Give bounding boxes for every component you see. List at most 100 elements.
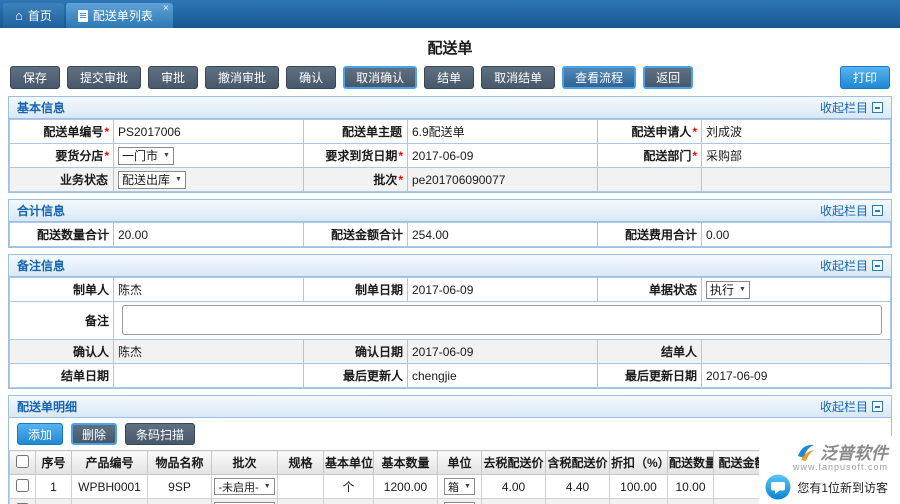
view-process-button[interactable]: 查看流程 <box>562 66 636 89</box>
subject-label: 配送单主题 <box>342 125 402 139</box>
note-label-cell: 备注 <box>10 302 114 340</box>
totals-form: 配送数量合计 20.00 配送金额合计 254.00 配送费用合计 0.00 <box>9 222 891 247</box>
barcode-scan-button[interactable]: 条码扫描 <box>125 423 195 445</box>
maker-value: 陈杰 <box>114 278 304 302</box>
total-fee-label: 配送费用合计 <box>625 228 697 242</box>
remarks-collapse-link[interactable]: 收起栏目 <box>820 257 883 274</box>
dept-label: 配送部门 <box>643 149 691 163</box>
detail-collapse-link[interactable]: 收起栏目 <box>820 398 883 415</box>
doc-status-value-cell: 执行 <box>702 278 891 302</box>
visitor-notice: 您有1位新到访客 <box>765 474 888 500</box>
branch-select-value: 一门市 <box>122 147 158 164</box>
basic-info-form: 配送单编号* PS2017006 配送单主题 6.9配送单 配送申请人* 刘成波… <box>9 119 891 192</box>
tab-close-icon[interactable]: × <box>163 4 169 14</box>
dept-value: 采购部 <box>702 144 891 168</box>
vendor-brand-name: 泛普软件 <box>820 439 888 464</box>
select-all-checkbox[interactable] <box>16 455 29 468</box>
note-textarea[interactable] <box>122 305 882 335</box>
collapse-icon <box>872 401 883 412</box>
batch-label-cell: 批次* <box>304 168 408 192</box>
confirmer-value: 陈杰 <box>114 340 304 364</box>
total-amount-label-cell: 配送金额合计 <box>304 223 408 247</box>
approve-button[interactable]: 审批 <box>148 66 198 89</box>
batch-select-value: -未启用- <box>218 479 258 495</box>
totals-header: 合计信息 收起栏目 <box>9 200 891 222</box>
update-date-label: 最后更新日期 <box>625 369 697 383</box>
vendor-widget: 泛普软件 www.fanpusoft.com 您有1位新到访客 <box>759 436 894 504</box>
total-fee-value: 0.00 <box>702 223 891 247</box>
row-checkbox[interactable] <box>16 479 29 492</box>
order-no-label: 配送单编号 <box>43 125 103 139</box>
required-mark: * <box>692 149 697 163</box>
required-mark: * <box>692 125 697 139</box>
home-icon: ⌂ <box>15 9 23 22</box>
form-row: 制单人 陈杰 制单日期 2017-06-09 单据状态 执行 <box>10 278 891 302</box>
totals-collapse-link[interactable]: 收起栏目 <box>820 202 883 219</box>
unit-select[interactable]: 箱 <box>444 478 475 495</box>
dept-label-cell: 配送部门* <box>598 144 702 168</box>
applicant-label-cell: 配送申请人* <box>598 120 702 144</box>
row-check-cell <box>10 475 36 499</box>
back-button[interactable]: 返回 <box>643 66 693 89</box>
settler-value <box>702 340 891 364</box>
col-unit: 单位 <box>438 451 482 475</box>
doc-status-select[interactable]: 执行 <box>706 281 750 299</box>
vendor-logo-link[interactable]: 泛普软件 <box>796 439 888 464</box>
col-base-unit: 基本单位 <box>324 451 374 475</box>
basic-collapse-link[interactable]: 收起栏目 <box>820 99 883 116</box>
tab-delivery-list-label: 配送单列表 <box>93 7 153 24</box>
detail-collapse-label: 收起栏目 <box>820 398 868 415</box>
section-remarks: 备注信息 收起栏目 制单人 陈杰 制单日期 2017-06-09 单据状态 执行… <box>8 254 892 389</box>
biz-status-label: 业务状态 <box>60 173 108 187</box>
need-date-label-cell: 要求到货日期* <box>304 144 408 168</box>
add-row-button[interactable]: 添加 <box>17 423 63 445</box>
tab-home-label: 首页 <box>28 7 52 24</box>
col-delivery-qty: 配送数量 <box>668 451 714 475</box>
detail-header: 配送单明细 收起栏目 <box>9 396 891 418</box>
print-button[interactable]: 打印 <box>840 66 890 89</box>
total-amount-value: 254.00 <box>408 223 598 247</box>
doc-status-label-cell: 单据状态 <box>598 278 702 302</box>
delete-row-button[interactable]: 删除 <box>71 423 117 445</box>
biz-status-select[interactable]: 配送出库 <box>118 171 186 189</box>
unit-select-value: 箱 <box>448 479 459 495</box>
cell-base-unit: 个 <box>324 499 374 504</box>
confirm-date-label: 确认日期 <box>355 345 403 359</box>
remarks-header: 备注信息 收起栏目 <box>9 255 891 277</box>
cell-product-code: WPBH0000 <box>72 499 148 504</box>
cell-price-ex-tax: 4.00 <box>482 475 546 499</box>
cell-unit: 箱 <box>438 475 482 499</box>
collapse-icon <box>872 205 883 216</box>
doc-status-select-value: 执行 <box>710 281 734 298</box>
cell-delivery-qty: 10.00 <box>668 475 714 499</box>
tab-home[interactable]: ⌂ 首页 <box>3 3 64 28</box>
order-no-label-cell: 配送单编号* <box>10 120 114 144</box>
branch-label: 要货分店 <box>55 149 103 163</box>
total-qty-label: 配送数量合计 <box>37 228 109 242</box>
tab-delivery-list[interactable]: 配送单列表 × <box>66 3 173 28</box>
batch-select[interactable]: -未启用- <box>214 478 274 495</box>
cell-delivery-qty: 10.00 <box>668 499 714 504</box>
cell-spec: fds <box>278 499 324 504</box>
collapse-icon <box>872 260 883 271</box>
subject-value: 6.9配送单 <box>408 120 598 144</box>
revoke-approval-button[interactable]: 撤消审批 <box>205 66 279 89</box>
col-seq: 序号 <box>36 451 72 475</box>
submit-approval-button[interactable]: 提交审批 <box>67 66 141 89</box>
confirm-button[interactable]: 确认 <box>286 66 336 89</box>
cell-price-inc-tax: 4.40 <box>546 475 610 499</box>
remarks-collapse-label: 收起栏目 <box>820 257 868 274</box>
page-title: 配送单 <box>0 28 900 63</box>
cell-item-name: 9SP <box>148 475 212 499</box>
save-button[interactable]: 保存 <box>10 66 60 89</box>
biz-status-value-cell: 配送出库 <box>114 168 304 192</box>
cancel-confirm-button[interactable]: 取消确认 <box>343 66 417 89</box>
batch-label: 批次 <box>373 173 397 187</box>
settle-button[interactable]: 结单 <box>424 66 474 89</box>
chat-bubble-icon[interactable] <box>765 474 791 500</box>
branch-select[interactable]: 一门市 <box>118 147 174 165</box>
cancel-settle-button[interactable]: 取消结单 <box>481 66 555 89</box>
confirm-date-value: 2017-06-09 <box>408 340 598 364</box>
settler-label-cell: 结单人 <box>598 340 702 364</box>
cell-discount: 100.00 <box>610 499 668 504</box>
